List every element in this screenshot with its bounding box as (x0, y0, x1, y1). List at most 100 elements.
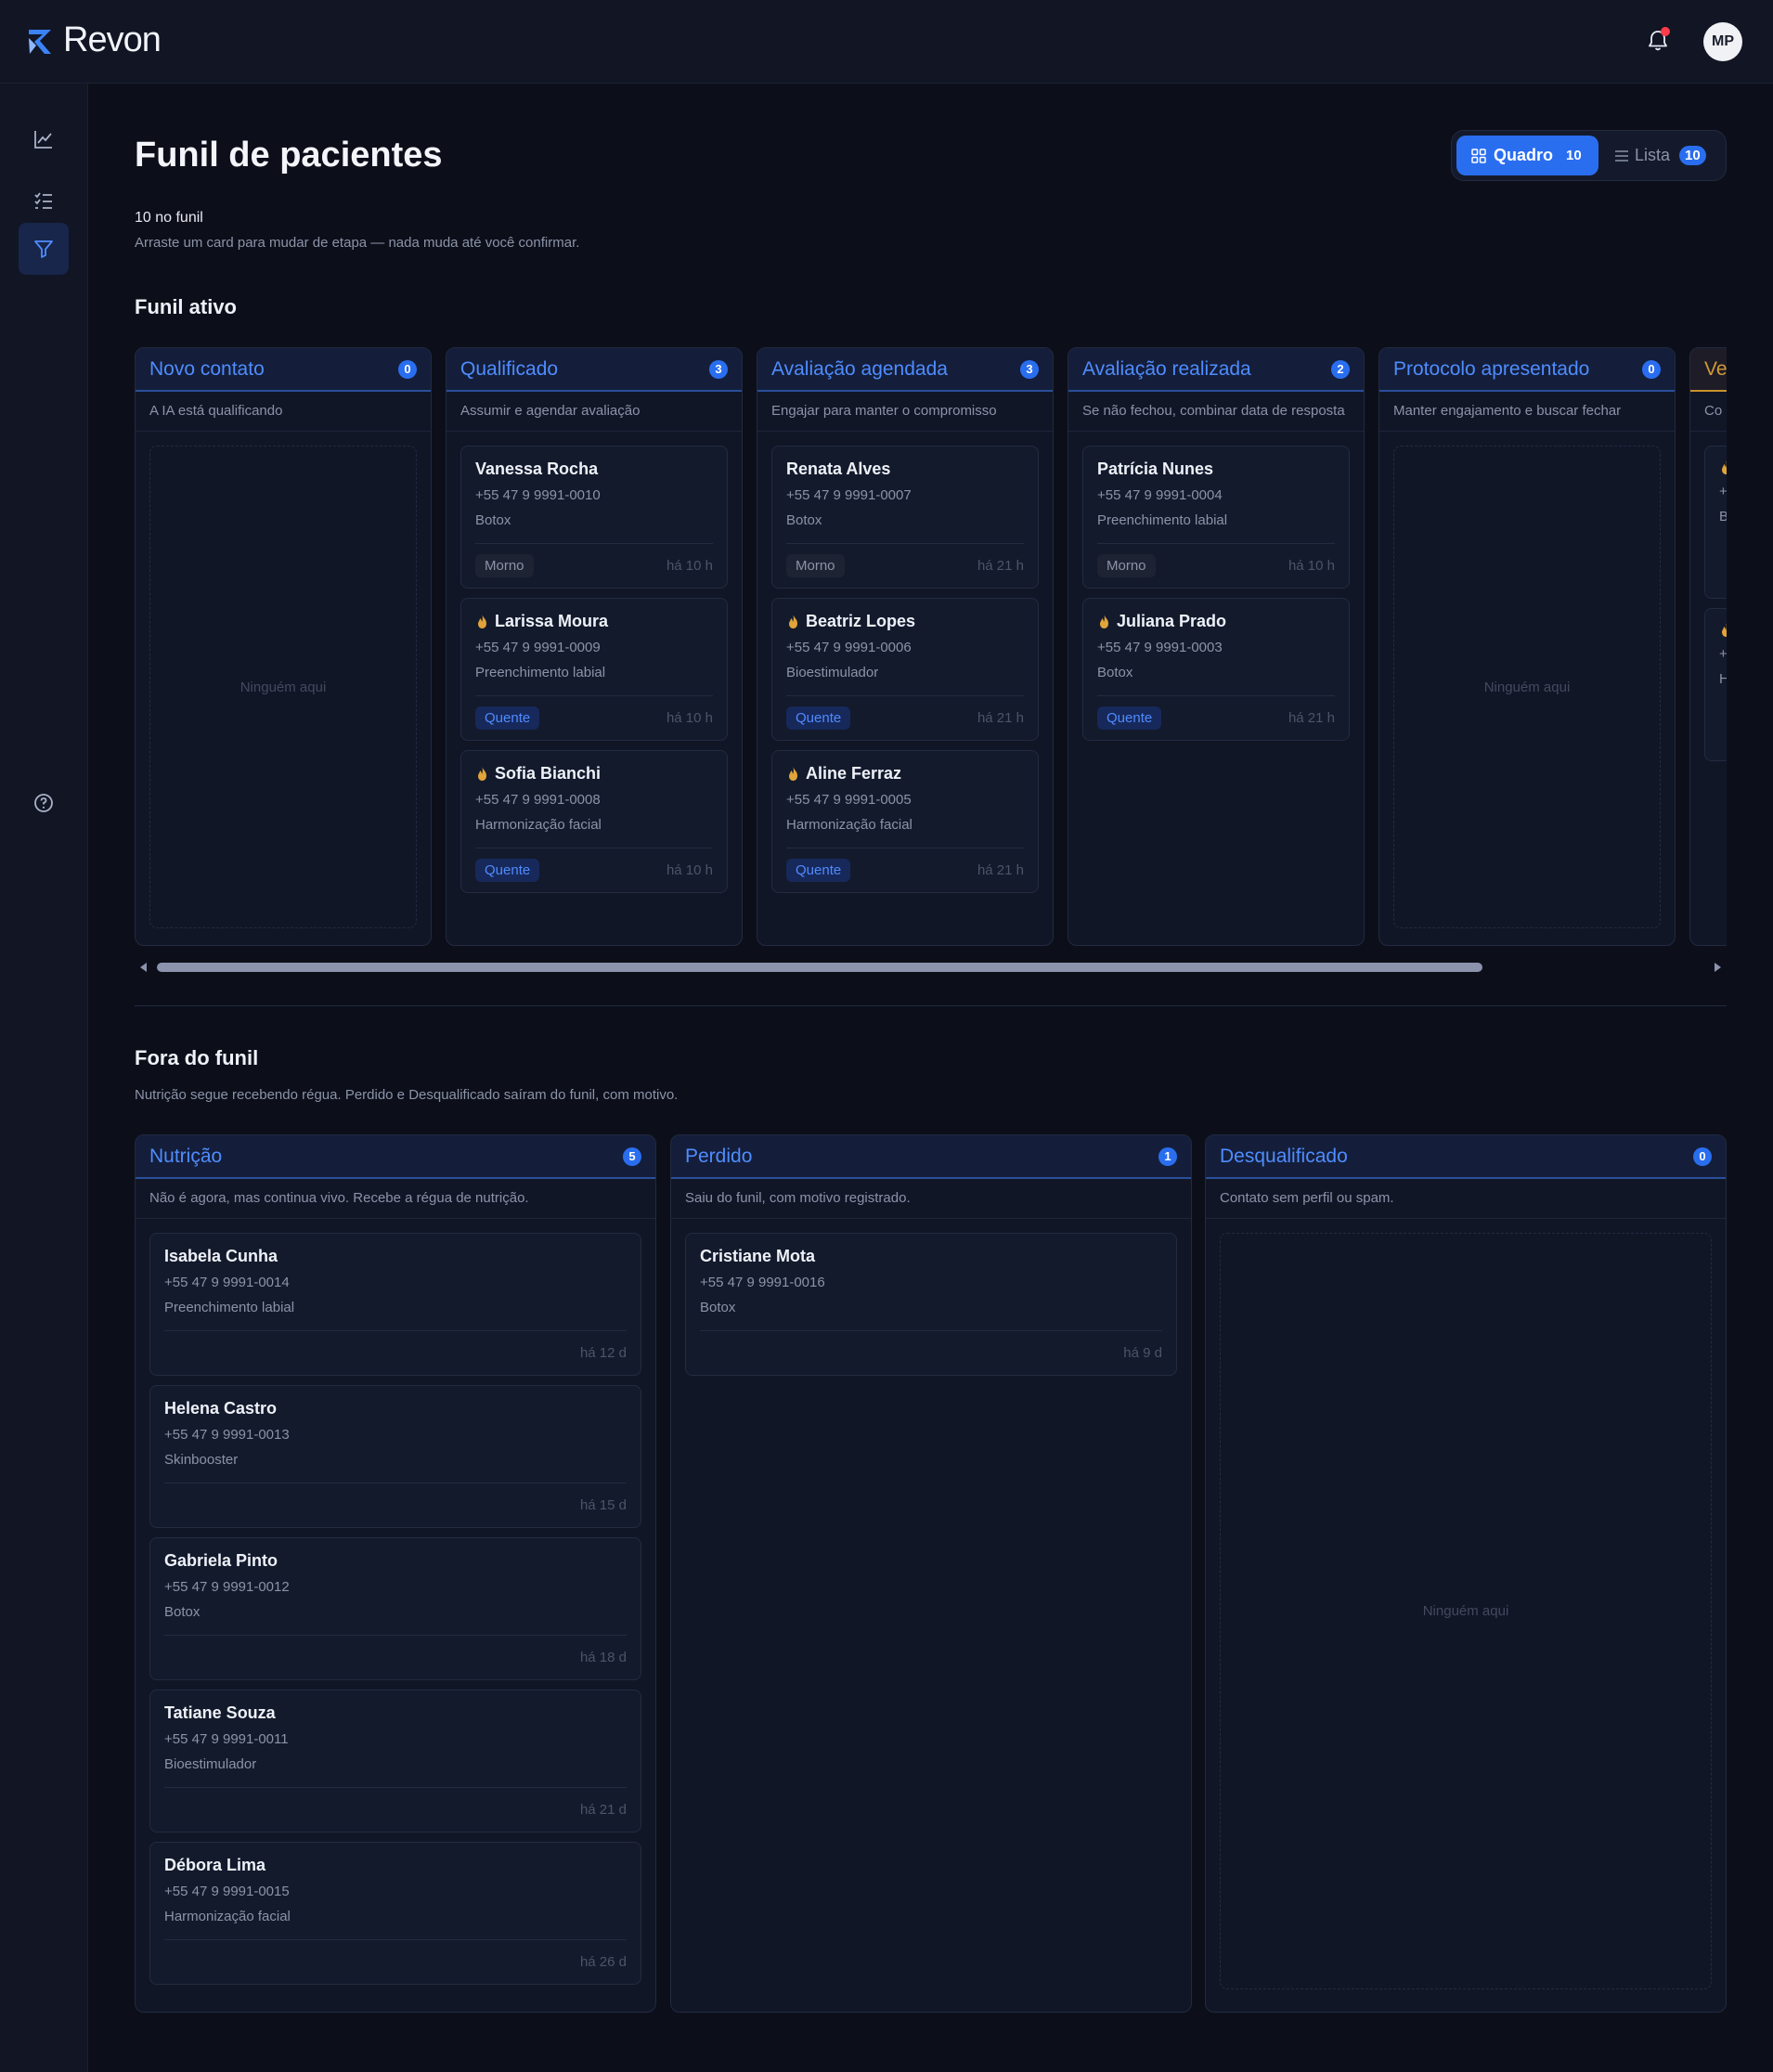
column-partial: Ve Co + B + H (1689, 347, 1727, 946)
patient-phone: +55 47 9 9991-0012 (164, 1579, 290, 1595)
scrollbar-thumb[interactable] (157, 963, 1482, 972)
board-view-label: Quadro (1494, 146, 1554, 164)
patient-card[interactable]: Patrícia Nunes +55 47 9 9991-0004 Preenc… (1082, 446, 1350, 589)
patient-card[interactable]: Cristiane Mota +55 47 9 9991-0016 Botox … (685, 1233, 1177, 1376)
patient-procedure: Bioestimulador (786, 665, 879, 680)
column-qualificado: Qualificado 3 Assumir e agendar avaliaçã… (446, 347, 743, 946)
patient-card[interactable]: Aline Ferraz +55 47 9 9991-0005 Harmoniz… (771, 750, 1039, 893)
patient-card[interactable]: Sofia Bianchi +55 47 9 9991-0008 Harmoni… (460, 750, 728, 893)
sidebar-item-help[interactable] (19, 777, 69, 829)
page-title: Funil de pacientes (135, 136, 443, 175)
column-protocolo-apresentado: Protocolo apresentado 0 Manter engajamen… (1378, 347, 1676, 946)
patient-procedure: Botox (700, 1300, 736, 1315)
outside-funnel-subtitle: Nutrição segue recebendo régua. Perdido … (135, 1087, 679, 1103)
patient-card[interactable]: Beatriz Lopes +55 47 9 9991-0006 Bioesti… (771, 598, 1039, 741)
patient-name: Gabriela Pinto (164, 1551, 278, 1570)
patient-card[interactable]: Juliana Prado +55 47 9 9991-0003 Botox Q… (1082, 598, 1350, 741)
patient-card[interactable]: Helena Castro +55 47 9 9991-0013 Skinboo… (149, 1385, 641, 1528)
section-divider (135, 1005, 1727, 1006)
column-header[interactable]: Perdido 1 (671, 1135, 1191, 1179)
patient-phone: +55 47 9 9991-0003 (1097, 640, 1223, 655)
horizontal-scrollbar[interactable] (135, 960, 1727, 975)
patient-phone: +55 47 9 9991-0016 (700, 1275, 825, 1290)
patient-procedure: Harmonização facial (475, 817, 602, 833)
patient-name: Cristiane Mota (700, 1247, 816, 1265)
time-ago: há 9 d (1123, 1345, 1162, 1361)
empty-drop-zone[interactable]: Ninguém aqui (1393, 446, 1661, 928)
view-toggle: Quadro 10 Lista 10 (1451, 130, 1727, 181)
column-header[interactable]: Novo contato 0 (136, 348, 431, 392)
column-avaliacao-agendada: Avaliação agendada 3 Engajar para manter… (757, 347, 1054, 946)
flame-icon (789, 767, 797, 781)
patient-procedure: Harmonização facial (786, 817, 912, 833)
patient-card[interactable]: Gabriela Pinto +55 47 9 9991-0012 Botox … (149, 1537, 641, 1680)
temperature-tag: Quente (786, 706, 851, 730)
temperature-tag: Morno (1097, 554, 1156, 577)
app-name: Revon (63, 20, 162, 59)
outside-funnel-title: Fora do funil (135, 1046, 259, 1069)
column-header[interactable]: Qualificado 3 (446, 348, 742, 392)
column-header[interactable]: Avaliação realizada 2 (1068, 348, 1364, 392)
scroll-right-icon[interactable] (1715, 963, 1721, 972)
patient-card[interactable]: + B (1704, 446, 1727, 599)
patient-card[interactable]: Tatiane Souza +55 47 9 9991-0011 Bioesti… (149, 1690, 641, 1832)
patient-procedure: B (1719, 509, 1727, 524)
patient-name: Helena Castro (164, 1399, 278, 1418)
time-ago: há 21 h (977, 862, 1024, 878)
active-funnel-title: Funil ativo (135, 295, 237, 318)
patient-card[interactable]: Vanessa Rocha +55 47 9 9991-0010 Botox M… (460, 446, 728, 589)
patient-phone: +55 47 9 9991-0013 (164, 1427, 290, 1443)
column-description: Saiu do funil, com motivo registrado. (671, 1179, 1191, 1219)
column-count-badge: 0 (398, 359, 417, 379)
empty-drop-zone[interactable]: Ninguém aqui (149, 446, 417, 928)
patient-phone: + (1719, 646, 1727, 662)
patient-phone: +55 47 9 9991-0011 (164, 1731, 289, 1747)
patient-procedure: Preenchimento labial (475, 665, 606, 680)
patient-phone: + (1719, 484, 1727, 499)
scroll-left-icon[interactable] (140, 963, 147, 972)
column-header[interactable]: Desqualificado 0 (1206, 1135, 1726, 1179)
sidebar-item-funnel[interactable] (19, 223, 69, 275)
time-ago: há 10 h (666, 558, 713, 574)
board-view-button[interactable]: Quadro 10 (1456, 136, 1598, 175)
column-title: Ve (1704, 357, 1727, 380)
column-title: Avaliação realizada (1082, 357, 1251, 380)
column-avaliacao-realizada: Avaliação realizada 2 Se não fechou, com… (1068, 347, 1365, 946)
column-count-badge: 2 (1331, 359, 1350, 379)
column-header[interactable]: Ve (1690, 348, 1727, 392)
time-ago: há 26 d (579, 1954, 627, 1970)
patient-procedure: Botox (164, 1604, 201, 1620)
empty-drop-zone[interactable]: Ninguém aqui (1220, 1233, 1712, 1989)
patient-card[interactable]: + H (1704, 608, 1727, 761)
top-bar: Revon MP (0, 0, 1773, 84)
column-header[interactable]: Nutrição 5 (136, 1135, 655, 1179)
list-view-count: 10 (1679, 146, 1706, 165)
column-header[interactable]: Avaliação agendada 3 (757, 348, 1053, 392)
patient-card[interactable]: Renata Alves +55 47 9 9991-0007 Botox Mo… (771, 446, 1039, 589)
column-description: Não é agora, mas continua vivo. Recebe a… (136, 1179, 655, 1219)
patient-name (1719, 622, 1727, 638)
column-description: Manter engajamento e buscar fechar (1379, 392, 1675, 432)
column-description: Contato sem perfil ou spam. (1206, 1179, 1726, 1219)
sidebar-item-analytics[interactable] (19, 113, 69, 165)
column-count-badge: 0 (1642, 359, 1661, 379)
time-ago: há 10 h (666, 710, 713, 726)
temperature-tag: Quente (1097, 706, 1162, 730)
patient-name: Beatriz Lopes (786, 612, 1024, 631)
time-ago: há 12 d (579, 1345, 627, 1361)
temperature-tag: Quente (475, 706, 540, 730)
time-ago: há 21 h (977, 558, 1024, 574)
column-header[interactable]: Protocolo apresentado 0 (1379, 348, 1675, 392)
column-title: Qualificado (460, 357, 559, 380)
sidebar-item-tasks[interactable] (19, 175, 69, 227)
patient-card[interactable]: Débora Lima +55 47 9 9991-0015 Harmoniza… (149, 1842, 641, 1985)
list-view-button[interactable]: Lista 10 (1614, 136, 1706, 175)
patient-card[interactable]: Isabela Cunha +55 47 9 9991-0014 Preench… (149, 1233, 641, 1376)
user-avatar[interactable]: MP (1703, 22, 1742, 61)
patient-card[interactable]: Larissa Moura +55 47 9 9991-0009 Preench… (460, 598, 728, 741)
patient-procedure: Preenchimento labial (1097, 512, 1228, 528)
checklist-icon (34, 192, 52, 209)
logo[interactable]: Revon (26, 20, 162, 60)
patient-name: Patrícia Nunes (1097, 460, 1214, 478)
column-title: Nutrição (149, 1145, 223, 1167)
